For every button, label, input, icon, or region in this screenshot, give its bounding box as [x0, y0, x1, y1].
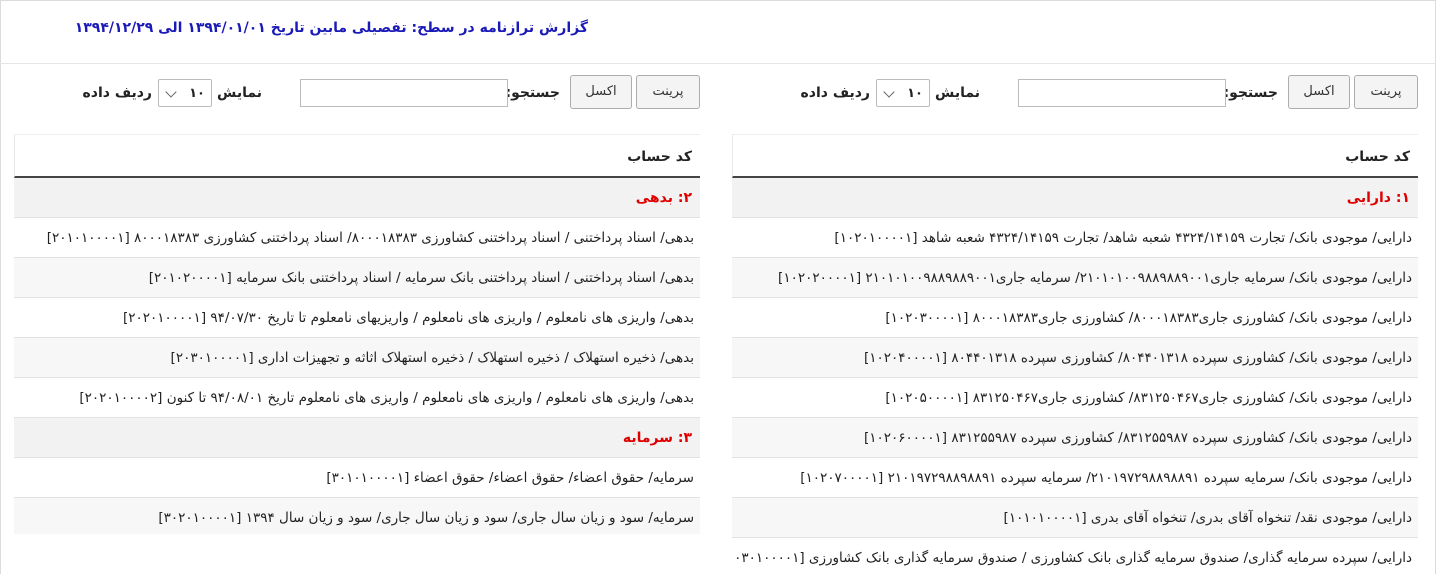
table-row: دارایی/ موجودی بانک/ سرمایه جاری۲۱۰۱۰۱۰۰… — [732, 258, 1418, 298]
table-row: دارایی/ موجودی بانک/ تجارت ۴۳۲۴/۱۴۱۵۹ شع… — [732, 218, 1418, 258]
table-row: سرمایه/ سود و زیان سال جاری/ سود و زیان … — [14, 498, 700, 534]
page-size-select[interactable]: ۱۰ — [876, 79, 930, 107]
chevron-down-icon — [883, 86, 895, 98]
search-input[interactable] — [1018, 79, 1226, 107]
table-row: دارایی/ موجودی بانک/ کشاورزی سپرده ۸۳۱۲۵… — [732, 418, 1418, 458]
report-header: گزارش ترازنامه در سطح: تفصیلی مابین تاری… — [0, 0, 1436, 64]
group-heading-assets: ۱: دارایی — [732, 178, 1418, 218]
liabilities-toolbar: پرینت اکسل جستجو: نمایش ۱۰ ردیف داده — [14, 64, 700, 134]
table-row: دارایی/ موجودی بانک/ سرمایه سپرده ۲۱۰۱۹۷… — [732, 458, 1418, 498]
print-button[interactable]: پرینت — [636, 75, 700, 109]
group-heading-liabilities: ۲: بدهی — [14, 178, 700, 218]
column-header-account-code[interactable]: کد حساب — [732, 134, 1418, 178]
table-row: بدهی/ واریزی های نامعلوم / واریزی های نا… — [14, 378, 700, 418]
table-row: بدهی/ واریزی های نامعلوم / واریزی های نا… — [14, 298, 700, 338]
print-button[interactable]: پرینت — [1354, 75, 1418, 109]
table-row: دارایی/ موجودی بانک/ کشاورزی جاری۸۰۰۰۱۸۳… — [732, 298, 1418, 338]
table-row: دارایی/ موجودی نقد/ تنخواه آقای بدری/ تن… — [732, 498, 1418, 538]
show-label: نمایش — [217, 85, 262, 101]
page-size-value: ۱۰ — [907, 86, 923, 101]
assets-table: کد حساب ۱: دارایی دارایی/ موجودی بانک/ ت… — [732, 134, 1418, 574]
excel-button[interactable]: اکسل — [570, 75, 632, 109]
search-label: جستجو: — [505, 85, 560, 101]
search-input[interactable] — [300, 79, 508, 107]
excel-button[interactable]: اکسل — [1288, 75, 1350, 109]
liabilities-table: کد حساب ۲: بدهی بدهی/ اسناد پرداختنی / ا… — [14, 134, 700, 534]
rows-label: ردیف داده — [800, 85, 870, 101]
report-title: گزارش ترازنامه در سطح: تفصیلی مابین تاری… — [74, 20, 588, 36]
table-row: بدهی/ ذخیره استهلاک / ذخیره استهلاک / ذخ… — [14, 338, 700, 378]
page-size-value: ۱۰ — [189, 86, 205, 101]
column-header-account-code[interactable]: کد حساب — [14, 134, 700, 178]
search-label: جستجو: — [1223, 85, 1278, 101]
assets-panel: پرینت اکسل جستجو: نمایش ۱۰ ردیف داده کد … — [732, 64, 1418, 566]
show-label: نمایش — [935, 85, 980, 101]
rows-label: ردیف داده — [82, 85, 152, 101]
table-row: بدهی/ اسناد پرداختنی / اسناد پرداختنی کش… — [14, 218, 700, 258]
table-row: بدهی/ اسناد پرداختنی / اسناد پرداختنی با… — [14, 258, 700, 298]
page-size-select[interactable]: ۱۰ — [158, 79, 212, 107]
chevron-down-icon — [165, 86, 177, 98]
table-row: دارایی/ موجودی بانک/ کشاورزی جاری۸۳۱۲۵۰۴… — [732, 378, 1418, 418]
table-row: سرمایه/ حقوق اعضاء/ حقوق اعضاء/ حقوق اعض… — [14, 458, 700, 498]
assets-toolbar: پرینت اکسل جستجو: نمایش ۱۰ ردیف داده — [732, 64, 1418, 134]
table-row: دارایی/ سپرده سرمایه گذاری/ صندوق سرمایه… — [732, 538, 1418, 574]
table-row: دارایی/ موجودی بانک/ کشاورزی سپرده ۸۰۴۴۰… — [732, 338, 1418, 378]
liabilities-panel: پرینت اکسل جستجو: نمایش ۱۰ ردیف داده کد … — [14, 64, 700, 534]
group-heading-equity: ۳: سرمایه — [14, 418, 700, 458]
